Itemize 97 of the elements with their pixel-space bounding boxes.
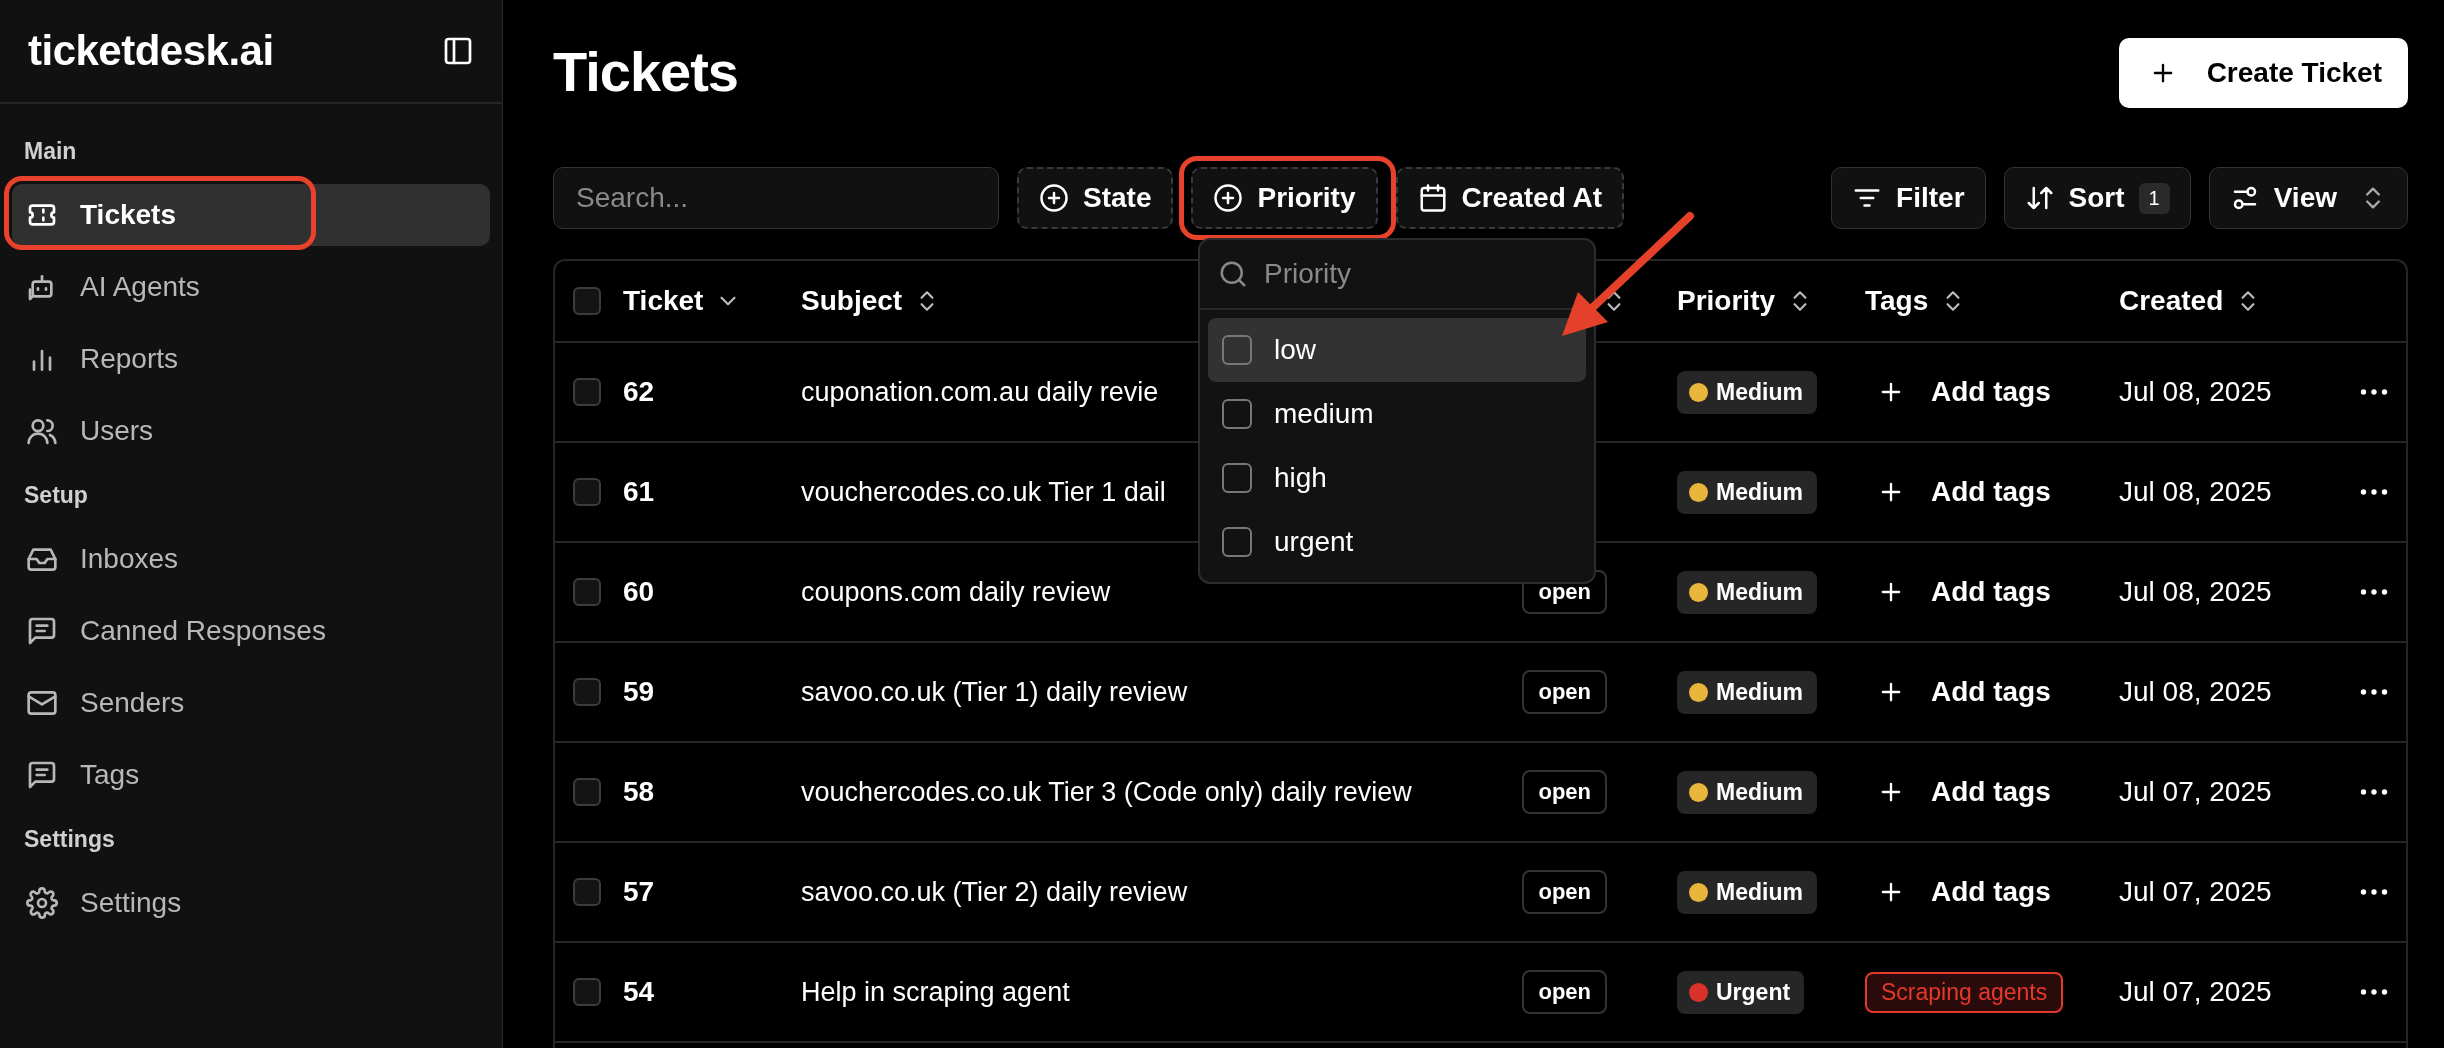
column-header[interactable]: Ticket	[623, 285, 704, 317]
priority-badge: Urgent	[1677, 970, 1805, 1014]
more-icon[interactable]	[2359, 488, 2389, 496]
section-label: Settings	[23, 824, 116, 854]
ticket-number: 57	[623, 876, 655, 908]
checkbox[interactable]	[573, 878, 601, 906]
more-icon[interactable]	[2359, 888, 2389, 896]
more-icon[interactable]	[2359, 788, 2389, 796]
priority-search-field[interactable]: Priority	[1262, 257, 1566, 291]
ticket-subject[interactable]: vouchercodes.co.uk Tier 1 dail	[801, 476, 1166, 508]
created-date: Jul 07, 2025	[2119, 776, 2272, 808]
checkbox[interactable]	[1222, 463, 1252, 493]
checkbox[interactable]	[1222, 399, 1252, 429]
checkbox[interactable]	[573, 378, 601, 406]
checkbox[interactable]	[573, 578, 601, 606]
created-date: Jul 08, 2025	[2119, 376, 2272, 408]
toolbar-button[interactable]: Sort 1	[2003, 167, 2191, 229]
checkbox[interactable]	[573, 978, 601, 1006]
sidebar-item[interactable]: AI Agents	[12, 256, 490, 318]
sidebar-item[interactable]: Inboxes	[12, 528, 490, 590]
settings-icon	[26, 887, 58, 919]
status-badge: open	[1522, 970, 1607, 1014]
ticket-number: 62	[623, 376, 655, 408]
checkbox[interactable]	[573, 778, 601, 806]
section-label: Main	[23, 136, 78, 166]
sidebar-item[interactable]: Tickets	[12, 184, 490, 246]
page-title: Tickets	[553, 44, 738, 100]
ticket-subject[interactable]: vouchercodes.co.uk Tier 3 (Code only) daily review	[801, 776, 1412, 808]
filter-chip[interactable]: Priority	[1191, 167, 1378, 229]
more-icon[interactable]	[2359, 688, 2389, 696]
column-header[interactable]: Created	[2119, 285, 2224, 317]
sidebar-item[interactable]: Canned Responses	[12, 600, 490, 662]
add-tags-button[interactable]: Add tags	[1865, 476, 2051, 508]
create-ticket-button[interactable]: Create Ticket	[2118, 38, 2408, 108]
checkbox[interactable]	[1222, 335, 1252, 365]
ticket-subject[interactable]: savoo.co.uk (Tier 2) daily review	[801, 876, 1188, 908]
status-badge: open	[1522, 670, 1607, 714]
count-badge: 1	[2138, 182, 2170, 214]
checkbox[interactable]	[1222, 527, 1252, 557]
sidebar-item[interactable]: Senders	[12, 672, 490, 734]
created-date: Jul 07, 2025	[2119, 876, 2272, 908]
created-date: Jul 08, 2025	[2119, 676, 2272, 708]
add-tags-button[interactable]: Add tags	[1865, 576, 2051, 608]
priority-badge: Medium	[1677, 570, 1817, 614]
checkbox[interactable]	[573, 287, 601, 315]
add-tags-button[interactable]: Add tags	[1865, 776, 2051, 808]
ticket-subject[interactable]: coupons.com daily review	[801, 576, 1111, 608]
priority-badge: Medium	[1677, 670, 1817, 714]
priority-badge: Medium	[1677, 870, 1817, 914]
plus-circle-icon	[1039, 183, 1069, 213]
more-icon[interactable]	[2359, 388, 2389, 396]
ticket-number: 59	[623, 676, 655, 708]
chat-icon	[26, 759, 58, 791]
toolbar-button[interactable]: View	[2208, 167, 2408, 229]
app-logo: ticketdesk.ai	[28, 27, 274, 75]
add-tags-button[interactable]: Add tags	[1865, 876, 2051, 908]
toolbar-button[interactable]: Filter	[1831, 167, 1986, 229]
sidebar-item[interactable]: Tags	[12, 744, 490, 806]
priority-option[interactable]: low	[1208, 318, 1586, 382]
priority-badge: Medium	[1677, 370, 1817, 414]
tag-label[interactable]: Scraping agents	[1865, 971, 2064, 1013]
column-header[interactable]: Subject	[801, 285, 903, 317]
ticket-number: 58	[623, 776, 655, 808]
column-header[interactable]: Priority	[1677, 285, 1776, 317]
more-icon[interactable]	[2359, 588, 2389, 596]
priority-option[interactable]: medium	[1208, 382, 1586, 446]
more-icon[interactable]	[2359, 988, 2389, 996]
status-badge: open	[1522, 770, 1607, 814]
created-date: Jul 08, 2025	[2119, 476, 2272, 508]
filter-chip[interactable]: Created At	[1395, 167, 1625, 229]
calendar-icon	[1417, 183, 1448, 213]
created-date: Jul 07, 2025	[2119, 976, 2272, 1008]
sidebar-item[interactable]: Users	[12, 400, 490, 462]
created-date: Jul 08, 2025	[2119, 576, 2272, 608]
filter-chip[interactable]: State	[1017, 167, 1174, 229]
add-tags-button[interactable]: Add tags	[1865, 676, 2051, 708]
search-field[interactable]: Search...	[553, 167, 999, 229]
priority-badge: Medium	[1677, 470, 1817, 514]
checkbox[interactable]	[573, 478, 601, 506]
checkbox[interactable]	[573, 678, 601, 706]
chat-icon	[26, 615, 58, 647]
ticket-subject[interactable]: cuponation.com.au daily revie	[801, 376, 1159, 408]
priority-option[interactable]: high	[1208, 446, 1586, 510]
sidebar-item[interactable]: Settings	[12, 872, 490, 934]
search-icon	[1218, 259, 1248, 289]
priority-badge: Medium	[1677, 770, 1817, 814]
section-label: Setup	[23, 480, 89, 510]
plus-circle-icon	[1213, 183, 1244, 213]
column-header[interactable]: Tags	[1865, 285, 1929, 317]
ticket-subject[interactable]: Help in scraping agent	[801, 976, 1070, 1008]
ticket-subject[interactable]: savoo.co.uk (Tier 1) daily review	[801, 676, 1188, 708]
ticket-number: 54	[623, 976, 655, 1008]
sidebar-item[interactable]: Reports	[12, 328, 490, 390]
ticket-number: 60	[623, 576, 655, 608]
status-badge: open	[1522, 870, 1607, 914]
ticket-number: 61	[623, 476, 655, 508]
add-tags-button[interactable]: Add tags	[1865, 376, 2051, 408]
